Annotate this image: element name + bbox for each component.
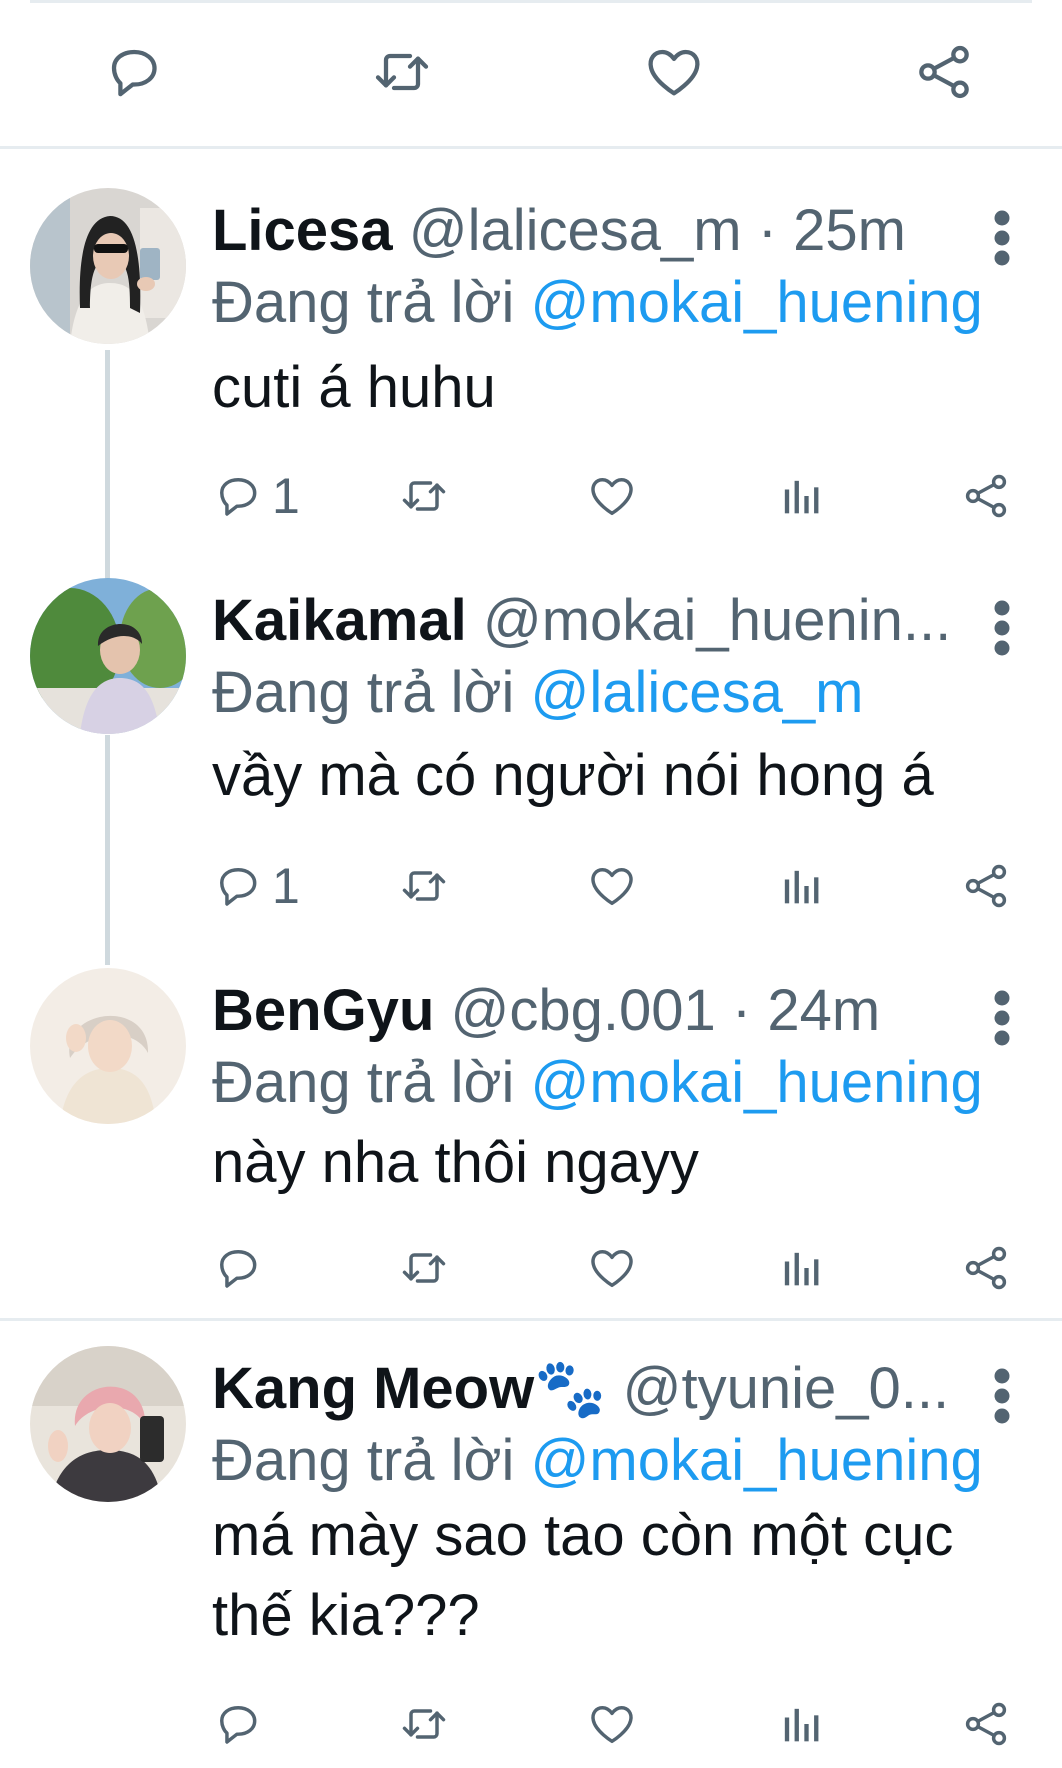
replying-label: Đang trả lời bbox=[212, 270, 515, 335]
more-options-icon[interactable] bbox=[982, 1366, 1022, 1426]
tweet-text: vầy mà có người nói hong á bbox=[212, 743, 934, 808]
analytics-button[interactable] bbox=[774, 1694, 826, 1754]
timestamp: · 25m bbox=[757, 198, 906, 263]
display-name[interactable]: Kang Meow🐾 bbox=[212, 1356, 606, 1421]
replying-to: Đang trả lời @lalicesa_m bbox=[212, 658, 863, 728]
main-tweet-actions bbox=[0, 0, 1062, 146]
share-icon bbox=[960, 1698, 1012, 1750]
replying-label: Đang trả lời bbox=[212, 1428, 515, 1493]
tweet-header: BenGyu @cbg.001 · 24m bbox=[212, 976, 982, 1046]
more-options-icon[interactable] bbox=[982, 988, 1022, 1048]
reply-icon bbox=[212, 470, 264, 522]
retweet-icon bbox=[398, 1242, 450, 1294]
like-button[interactable] bbox=[586, 856, 638, 916]
reply-button[interactable] bbox=[212, 1238, 272, 1298]
reply-icon bbox=[212, 860, 264, 912]
share-button[interactable] bbox=[960, 1694, 1012, 1754]
like-button[interactable] bbox=[586, 1694, 638, 1754]
stats-icon bbox=[774, 860, 826, 912]
analytics-button[interactable] bbox=[774, 466, 826, 526]
mention-link[interactable]: @lalicesa_m bbox=[531, 660, 864, 725]
tweet-text: má mày sao tao còn một cục thế kia??? bbox=[212, 1503, 954, 1648]
replying-to: Đang trả lời @mokai_huening bbox=[212, 1426, 983, 1496]
tweet-header: Licesa @lalicesa_m · 25m bbox=[212, 196, 982, 266]
tweet-actions: 1 bbox=[212, 856, 1032, 916]
retweet-button[interactable] bbox=[398, 466, 450, 526]
stats-icon bbox=[774, 1242, 826, 1294]
reply-count: 1 bbox=[272, 858, 300, 914]
avatar[interactable] bbox=[30, 1346, 186, 1502]
share-button[interactable] bbox=[960, 466, 1012, 526]
retweet-icon bbox=[398, 1698, 450, 1750]
stats-icon bbox=[774, 1698, 826, 1750]
share-icon bbox=[960, 470, 1012, 522]
analytics-button[interactable] bbox=[774, 856, 826, 916]
user-handle[interactable]: @lalicesa_m bbox=[409, 198, 742, 263]
replying-label: Đang trả lời bbox=[212, 1050, 515, 1115]
tweet-actions: 1 bbox=[212, 466, 1032, 526]
reply-button[interactable] bbox=[212, 1694, 272, 1754]
analytics-button[interactable] bbox=[774, 1238, 826, 1298]
divider bbox=[0, 1318, 1062, 1321]
mention-link[interactable]: @mokai_huening bbox=[531, 270, 983, 335]
replying-to: Đang trả lời @mokai_huening bbox=[212, 1048, 983, 1118]
mention-link[interactable]: @mokai_huening bbox=[531, 1050, 983, 1115]
tweet-actions bbox=[212, 1694, 1032, 1754]
retweet-icon[interactable] bbox=[370, 40, 434, 104]
avatar[interactable] bbox=[30, 188, 186, 344]
reply-button[interactable]: 1 bbox=[212, 856, 300, 916]
like-icon bbox=[586, 1698, 638, 1750]
reply-icon bbox=[212, 1698, 264, 1750]
user-handle[interactable]: @mokai_huenin... bbox=[483, 588, 951, 653]
retweet-button[interactable] bbox=[398, 1238, 450, 1298]
avatar[interactable] bbox=[30, 968, 186, 1124]
tweet-text: này nha thôi ngayy bbox=[212, 1130, 699, 1195]
more-options-icon[interactable] bbox=[982, 598, 1022, 658]
reply-count: 1 bbox=[272, 468, 300, 524]
tweet-header: Kang Meow🐾 @tyunie_0... bbox=[212, 1354, 982, 1424]
display-name[interactable]: Licesa bbox=[212, 198, 393, 263]
like-icon[interactable] bbox=[642, 40, 706, 104]
reply-tweet[interactable]: Licesa @lalicesa_m · 25m Đang trả lời @m… bbox=[0, 188, 1062, 558]
share-icon bbox=[960, 860, 1012, 912]
like-icon bbox=[586, 1242, 638, 1294]
like-button[interactable] bbox=[586, 466, 638, 526]
retweet-icon bbox=[398, 860, 450, 912]
retweet-button[interactable] bbox=[398, 1694, 450, 1754]
share-icon[interactable] bbox=[912, 40, 976, 104]
divider bbox=[0, 146, 1062, 149]
mention-link[interactable]: @mokai_huening bbox=[531, 1428, 983, 1493]
retweet-button[interactable] bbox=[398, 856, 450, 916]
tweet-actions bbox=[212, 1238, 1032, 1298]
share-button[interactable] bbox=[960, 856, 1012, 916]
display-name[interactable]: Kaikamal bbox=[212, 588, 467, 653]
like-icon bbox=[586, 470, 638, 522]
user-handle[interactable]: @cbg.001 bbox=[451, 978, 716, 1043]
like-button[interactable] bbox=[586, 1238, 638, 1298]
user-handle[interactable]: @tyunie_0... bbox=[623, 1356, 950, 1421]
share-button[interactable] bbox=[960, 1238, 1012, 1298]
avatar[interactable] bbox=[30, 578, 186, 734]
timestamp: · 24m bbox=[731, 978, 881, 1043]
share-icon bbox=[960, 1242, 1012, 1294]
reply-icon bbox=[212, 1242, 264, 1294]
reply-icon[interactable] bbox=[102, 40, 166, 104]
like-icon bbox=[586, 860, 638, 912]
replying-label: Đang trả lời bbox=[212, 660, 515, 725]
tweet-text: cuti á huhu bbox=[212, 355, 496, 420]
retweet-icon bbox=[398, 470, 450, 522]
more-options-icon[interactable] bbox=[982, 208, 1022, 268]
reply-tweet[interactable]: Kang Meow🐾 @tyunie_0... Đang trả lời @mo… bbox=[0, 1346, 1062, 1768]
display-name[interactable]: BenGyu bbox=[212, 978, 434, 1043]
reply-tweet[interactable]: BenGyu @cbg.001 · 24m Đang trả lời @moka… bbox=[0, 968, 1062, 1308]
stats-icon bbox=[774, 470, 826, 522]
reply-button[interactable]: 1 bbox=[212, 466, 300, 526]
tweet-header: Kaikamal @mokai_huenin... bbox=[212, 586, 982, 656]
replying-to: Đang trả lời @mokai_huening bbox=[212, 268, 983, 338]
reply-tweet[interactable]: Kaikamal @mokai_huenin... Đang trả lời @… bbox=[0, 578, 1062, 948]
